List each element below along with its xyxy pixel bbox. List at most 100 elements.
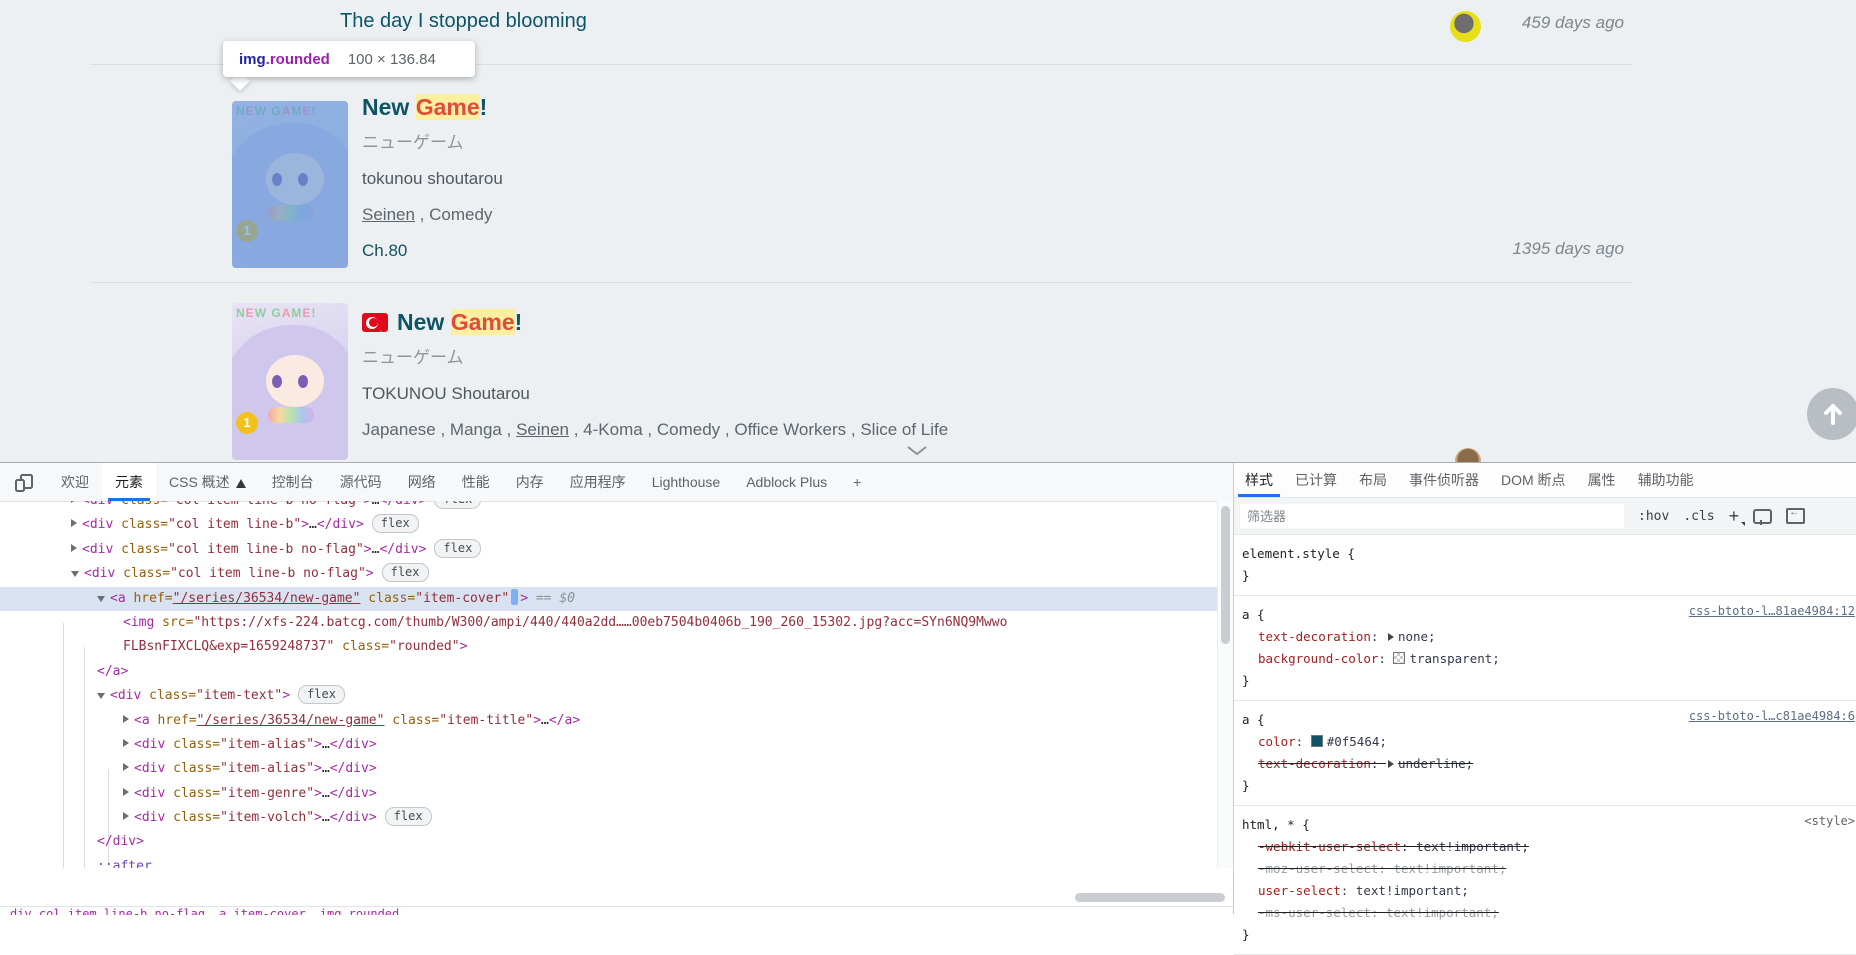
css-rule[interactable]: <style> html, * {-webkit-user-select: tex… xyxy=(1234,806,1856,955)
genre-link[interactable]: Slice of Life xyxy=(860,420,948,439)
tree-row[interactable]: <a href="/series/36534/new-game" class="… xyxy=(0,709,1217,733)
rendering-emulation-icon[interactable] xyxy=(1753,508,1773,525)
color-swatch[interactable] xyxy=(1393,652,1406,664)
breadcrumb[interactable]: div.col.item.line-b.no-flag a.item-cover i… xyxy=(0,906,1233,915)
tree-row[interactable]: <div class="item-alias">…</div> xyxy=(0,733,1217,757)
flex-badge[interactable]: flex xyxy=(384,807,432,827)
expand-arrow-icon[interactable] xyxy=(123,787,129,796)
horizontal-scrollbar-thumb[interactable] xyxy=(1075,893,1225,902)
genre-link[interactable]: Comedy xyxy=(429,205,492,224)
css-selector[interactable]: element.style { xyxy=(1242,543,1856,565)
styles-tab-事件侦听器[interactable]: 事件侦听器 xyxy=(1398,463,1490,497)
genre-link[interactable]: Manga xyxy=(450,420,502,439)
tree-row[interactable]: </a> xyxy=(0,660,1217,684)
devtools-tab-源代码[interactable]: 源代码 xyxy=(327,463,395,501)
genre-link[interactable]: Office Workers xyxy=(734,420,846,439)
expand-value-icon[interactable] xyxy=(1387,633,1394,641)
expand-value-icon[interactable] xyxy=(1387,760,1394,768)
devtools-tab-+[interactable]: + xyxy=(840,463,874,501)
tree-row[interactable]: <div class="item-text"> flex xyxy=(0,684,1217,708)
tree-row[interactable]: <div class="col item line-b no-flag">…</… xyxy=(0,501,1217,513)
genre-link[interactable]: Comedy xyxy=(657,420,720,439)
expand-arrow-icon[interactable] xyxy=(123,763,129,772)
styles-tab-DOM 断点[interactable]: DOM 断点 xyxy=(1490,463,1577,497)
devtools-tab-元素[interactable]: 元素 xyxy=(102,463,156,501)
genre-link[interactable]: Japanese xyxy=(362,420,436,439)
css-property[interactable]: -ms-user-select: text!important; xyxy=(1242,902,1856,924)
flex-badge[interactable]: flex xyxy=(381,563,429,583)
color-swatch[interactable] xyxy=(1310,735,1323,747)
back-to-top-button[interactable] xyxy=(1807,388,1856,440)
toggle-element-state-button[interactable]: :hov xyxy=(1638,509,1669,524)
tree-row[interactable]: FLBsnFIXCLQ&exp=1659248737" class="round… xyxy=(0,635,1217,659)
flex-badge[interactable]: flex xyxy=(434,538,482,558)
tree-row[interactable]: <img src="https://xfs-224.batcg.com/thum… xyxy=(0,611,1217,635)
tree-row[interactable]: <div class="item-volch">…</div> flex xyxy=(0,806,1217,830)
sidebar-toggle-icon[interactable] xyxy=(1786,507,1806,524)
tree-row[interactable]: <div class="col item line-b no-flag"> fle… xyxy=(0,562,1217,586)
entry-chapter[interactable]: Ch.80 xyxy=(362,233,503,269)
tree-row-selected[interactable]: <a href="/series/36534/new-game" class="… xyxy=(0,586,1217,611)
expand-arrow-icon[interactable] xyxy=(71,501,77,503)
genre-link[interactable]: 4-Koma xyxy=(583,420,643,439)
flex-badge[interactable]: flex xyxy=(298,685,345,705)
vertical-scrollbar[interactable] xyxy=(1217,501,1234,868)
stylesheet-link[interactable]: css-btoto-l…81ae4984:12 xyxy=(1689,604,1855,618)
tree-row[interactable]: <div class="item-genre">…</div> xyxy=(0,782,1217,806)
devtools-tab-css-概述[interactable]: CSS 概述 xyxy=(156,463,259,501)
css-rule[interactable]: css-btoto-l…81ae4984:12 a {text-decoratio… xyxy=(1234,596,1856,701)
collapse-arrow-icon[interactable] xyxy=(97,595,105,602)
manga-cover-image[interactable]: NEW GAME! 1 xyxy=(232,303,348,460)
avatar[interactable] xyxy=(1455,448,1481,462)
css-property[interactable]: -moz-user-select: text!important; xyxy=(1242,858,1856,880)
entry-title-link[interactable]: New Game! xyxy=(397,309,522,335)
expand-arrow-icon[interactable] xyxy=(123,738,129,747)
tree-row[interactable]: <div class="col item line-b no-flag">…</… xyxy=(0,538,1217,562)
stylesheet-link[interactable]: css-btoto-l…c81ae4984:6 xyxy=(1689,709,1855,723)
styles-tab-属性[interactable]: 属性 xyxy=(1577,463,1627,497)
devtools-tab-adblock-plus[interactable]: Adblock Plus xyxy=(733,463,840,501)
css-property[interactable]: background-color: transparent; xyxy=(1242,648,1856,670)
devtools-tab-网络[interactable]: 网络 xyxy=(395,463,449,501)
genre-link[interactable]: Seinen xyxy=(362,205,415,224)
expand-arrow-icon[interactable] xyxy=(123,714,129,723)
css-property[interactable]: -webkit-user-select: text!important; xyxy=(1242,836,1856,858)
entry-title-link[interactable]: New Game! xyxy=(362,94,487,120)
new-style-rule-button[interactable]: + xyxy=(1729,507,1745,526)
avatar[interactable] xyxy=(1450,11,1481,42)
devtools-tab-性能[interactable]: 性能 xyxy=(449,463,503,501)
css-property[interactable]: color: #0f5464; xyxy=(1242,731,1856,753)
manga-cover-image[interactable]: NEW GAME! 1 xyxy=(232,101,348,268)
devtools-tab-lighthouse[interactable]: Lighthouse xyxy=(639,463,734,501)
css-rule[interactable]: element.style {} xyxy=(1234,535,1856,596)
devtools-tab-应用程序[interactable]: 应用程序 xyxy=(557,463,639,501)
scrollbar-thumb[interactable] xyxy=(1221,506,1230,644)
css-property[interactable]: user-select: text!important; xyxy=(1242,880,1856,902)
styles-tab-样式[interactable]: 样式 xyxy=(1234,463,1284,497)
css-property[interactable]: text-decoration: underline; xyxy=(1242,753,1856,775)
css-property[interactable]: text-decoration: none; xyxy=(1242,626,1856,648)
devtools-tab-控制台[interactable]: 控制台 xyxy=(259,463,327,501)
device-toolbar-icon[interactable] xyxy=(14,472,34,492)
tree-row[interactable]: </div> xyxy=(0,830,1217,854)
styles-tab-布局[interactable]: 布局 xyxy=(1348,463,1398,497)
styles-filter-input[interactable] xyxy=(1240,504,1624,528)
genre-link[interactable]: Seinen xyxy=(516,420,569,439)
element-classes-button[interactable]: .cls xyxy=(1683,509,1714,524)
collapse-arrow-icon[interactable] xyxy=(97,693,105,700)
chevron-down-icon[interactable] xyxy=(906,443,928,461)
tree-row[interactable]: ::after xyxy=(0,855,1217,868)
tree-row[interactable]: <div class="item-alias">…</div> xyxy=(0,757,1217,781)
series-title-link[interactable]: The day I stopped blooming xyxy=(340,10,587,33)
expand-arrow-icon[interactable] xyxy=(71,543,77,552)
styles-tab-辅助功能[interactable]: 辅助功能 xyxy=(1627,463,1705,497)
expand-arrow-icon[interactable] xyxy=(71,519,77,528)
devtools-tab-欢迎[interactable]: 欢迎 xyxy=(48,463,102,501)
css-rule[interactable]: css-btoto-l…c81ae4984:6 a {color: #0f5464… xyxy=(1234,701,1856,806)
collapse-arrow-icon[interactable] xyxy=(71,571,79,578)
flex-badge[interactable]: flex xyxy=(371,514,419,534)
styles-tab-已计算[interactable]: 已计算 xyxy=(1284,463,1348,497)
expand-arrow-icon[interactable] xyxy=(123,812,129,821)
stylesheet-link[interactable]: <style> xyxy=(1804,814,1855,828)
tree-row[interactable]: <div class="col item line-b">…</div> flex xyxy=(0,513,1217,537)
